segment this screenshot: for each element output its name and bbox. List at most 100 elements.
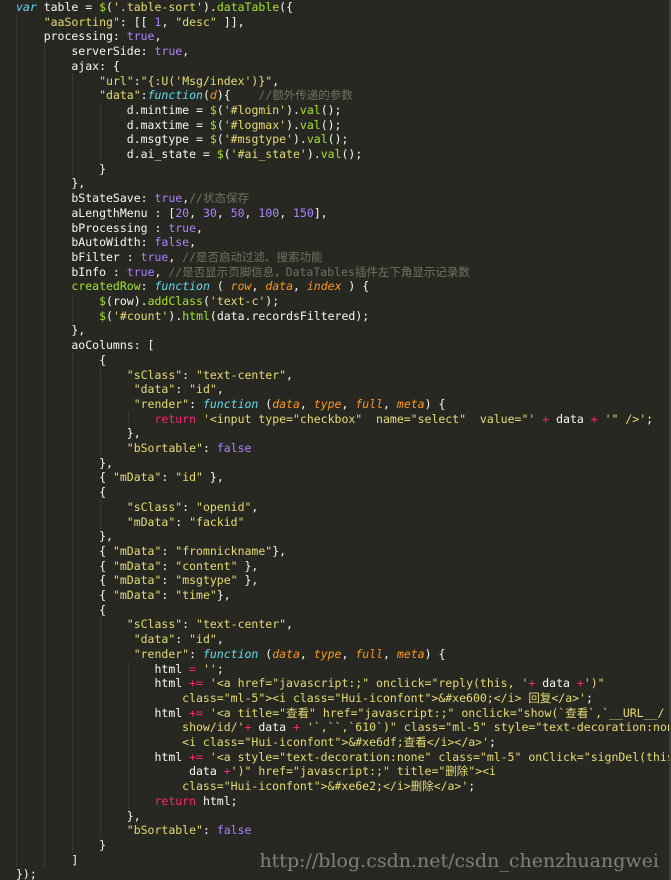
code-token: $ <box>209 102 217 117</box>
code-token: (); <box>320 102 342 117</box>
code-token: }, <box>16 455 113 470</box>
code-token: data <box>251 720 293 735</box>
code-token: "bSortable" <box>126 823 203 838</box>
code-line[interactable]: bFilter : true, //是否启动过滤、搜索功能 <box>16 249 323 265</box>
code-token: ( <box>209 279 231 294</box>
code-line[interactable]: html += '<a title="查看" href="javascript:… <box>16 706 664 721</box>
code-editor[interactable]: var table = $('.table-sort').dataTable({… <box>0 0 671 880</box>
code-area[interactable]: var table = $('.table-sort').dataTable({… <box>0 0 671 880</box>
code-token: , <box>182 44 190 59</box>
code-line[interactable]: createdRow: function ( row, data, index … <box>16 279 369 294</box>
code-line[interactable]: }, <box>16 426 141 441</box>
code-line[interactable]: { <box>16 353 106 368</box>
code-token: ( <box>202 88 210 103</box>
code-token: <i class="Hui-iconfont">&#xe6df;查看</i></… <box>16 735 490 749</box>
code-line[interactable]: class="Hui-iconfont">&#xe6e2;</i>删除</a>'… <box>16 779 475 794</box>
code-token: full <box>355 396 384 411</box>
code-line[interactable]: "data": "id", <box>16 632 224 647</box>
code-line[interactable]: ajax: { <box>16 59 119 74</box>
code-line[interactable]: d.msgtype = $('#msgtype').val(); <box>16 132 349 147</box>
code-line[interactable]: <i class="Hui-iconfont">&#xe6df;查看</i></… <box>16 735 496 750</box>
code-line[interactable]: aoColumns: [ <box>16 338 154 353</box>
code-line[interactable]: bInfo : true, //是否显示页脚信息，DataTables插件左下角… <box>16 265 470 280</box>
code-line[interactable]: "aaSorting": [[ 1, "desc" ]], <box>16 15 245 30</box>
code-line[interactable]: "url":"{:U('Msg/index')}", <box>16 74 279 89</box>
code-line[interactable]: }, <box>16 176 85 191</box>
code-line[interactable]: "mData": "fackid" <box>16 515 245 530</box>
code-token: serverSide: <box>16 44 155 59</box>
code-token: //是否启动过滤、搜索功能 <box>182 249 323 264</box>
code-token: '.table-sort' <box>112 0 203 14</box>
code-line[interactable]: bProcessing : true, <box>16 221 203 236</box>
code-token: full <box>355 646 384 661</box>
code-token: , <box>154 29 162 44</box>
code-token: : <box>161 573 176 588</box>
code-token: { <box>16 543 113 558</box>
code-line[interactable]: { <box>16 603 106 618</box>
code-token: ( <box>106 308 113 323</box>
code-token: 150 <box>293 205 314 220</box>
code-line[interactable]: "data": "id", <box>16 382 224 397</box>
code-token: ({ <box>279 0 294 14</box>
code-token: ) { <box>424 646 446 661</box>
code-token: , <box>216 382 224 397</box>
code-line[interactable]: ] <box>16 853 78 868</box>
code-token: { <box>16 573 113 588</box>
code-line[interactable]: d.mintime = $('#logmin').val(); <box>16 102 342 118</box>
code-line[interactable]: { "mData": "content" }, <box>16 559 258 574</box>
code-line[interactable]: d.maxtime = $('#logmax').val(); <box>16 118 342 133</box>
code-line[interactable]: }, <box>16 809 141 824</box>
code-line[interactable]: var table = $('.table-sort').dataTable({ <box>16 0 293 15</box>
code-line[interactable]: $(row).addClass('text-c'); <box>16 294 279 309</box>
code-line[interactable]: { "mData": "time"}, <box>16 588 231 603</box>
code-line[interactable]: "sClass": "text-center", <box>16 617 293 632</box>
code-line[interactable]: "sClass": "openid", <box>16 500 259 515</box>
code-line[interactable]: bAutoWidth: false, <box>16 235 196 250</box>
code-line[interactable]: "bSortable": false <box>16 441 252 456</box>
code-line[interactable]: }, <box>16 529 113 544</box>
code-line[interactable]: data +')" href="javascript:;" title="删除"… <box>16 764 496 779</box>
code-line[interactable]: class="ml-5"><i class="Hui-iconfont">&#x… <box>16 691 593 706</box>
code-line[interactable]: show/id/'+ data + '`,``,`610`)" class="m… <box>16 720 671 735</box>
code-line[interactable]: $('#count').html(data.recordsFiltered); <box>16 309 369 324</box>
code-line[interactable]: }); <box>16 867 37 880</box>
code-token: '<a href="javascript:;" onclick="reply(t… <box>209 676 529 691</box>
code-line[interactable]: { "mData": "id" }, <box>16 470 224 485</box>
code-line[interactable]: html += '<a style="text-decoration:none"… <box>16 750 671 765</box>
code-token: "mData" <box>112 543 162 558</box>
code-line[interactable]: aLengthMenu : [20, 30, 50, 100, 150], <box>16 205 327 221</box>
code-line[interactable]: "sClass": "text-center", <box>16 368 293 383</box>
code-line[interactable]: }, <box>16 323 85 338</box>
code-line[interactable]: }, <box>16 456 113 471</box>
code-token: 50 <box>230 205 245 220</box>
code-line[interactable]: "render": function (data, type, full, me… <box>16 396 446 412</box>
code-line[interactable]: html += '<a href="javascript:;" onclick=… <box>16 676 604 691</box>
code-token: 'text-c' <box>209 294 266 308</box>
code-token: "mData" <box>112 573 162 588</box>
code-line[interactable]: { "mData": "msgtype" }, <box>16 573 258 588</box>
code-line[interactable]: { "mData": "fromnickname"}, <box>16 544 286 559</box>
code-line[interactable]: "data":function(d){ //额外传递的参数 <box>16 88 353 103</box>
code-line[interactable]: "render": function (data, type, full, me… <box>16 646 446 662</box>
code-token: class="ml-5"><i class="Hui-iconfont">&#x… <box>16 690 586 705</box>
code-line[interactable]: "bSortable": false <box>16 823 252 838</box>
code-line[interactable]: html = ''; <box>16 662 223 677</box>
code-line[interactable]: bStateSave: true,//状态保存 <box>16 191 249 206</box>
code-line[interactable]: { <box>16 485 106 500</box>
code-token: ; <box>489 735 496 749</box>
code-line[interactable]: return html; <box>16 794 237 809</box>
code-token: "time" <box>175 588 217 602</box>
code-token: data <box>265 279 294 294</box>
code-line[interactable]: serverSide: true, <box>16 44 189 59</box>
code-line[interactable]: processing: true, <box>16 29 162 44</box>
code-line[interactable]: } <box>16 162 106 177</box>
code-line[interactable]: } <box>16 838 106 853</box>
code-line[interactable]: d.ai_state = $('#ai_state').val(); <box>16 147 363 162</box>
code-line[interactable]: return '<input type="checkbox" name="sel… <box>16 412 653 427</box>
